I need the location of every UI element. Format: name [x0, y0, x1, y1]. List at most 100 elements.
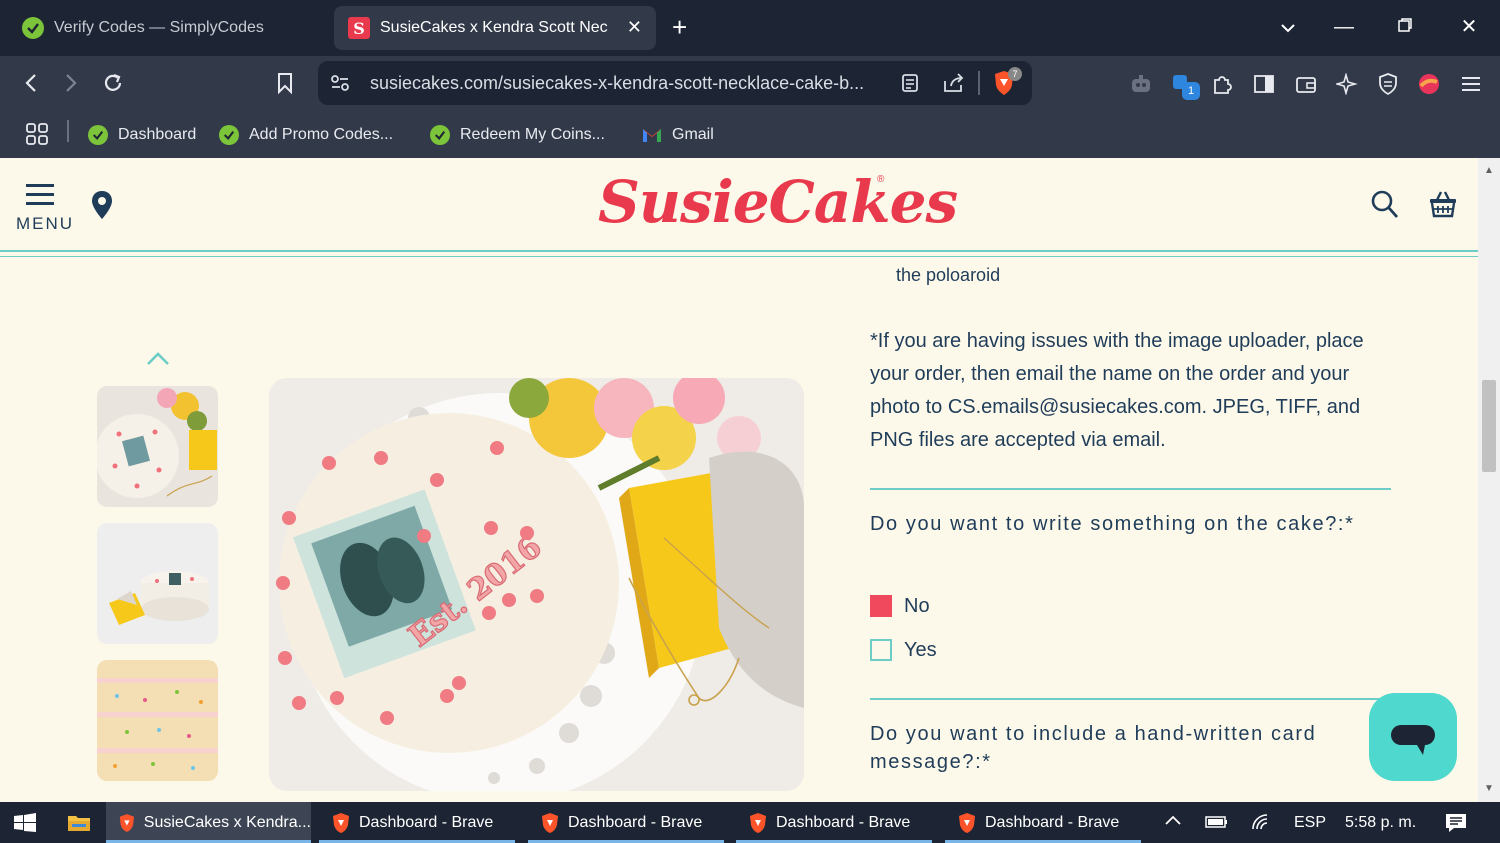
upload-instruction-tail: the poloaroid [896, 265, 1001, 285]
write-option-no[interactable]: No [870, 594, 930, 618]
card-message-question: Do you want to include a hand-written ca… [870, 723, 1317, 773]
simplycodes-extension-icon[interactable]: 1 [1170, 70, 1200, 100]
simplycodes-icon [219, 125, 239, 145]
brave-browser-icon [119, 813, 135, 832]
battery-icon[interactable] [1205, 814, 1229, 835]
bookmark-gmail[interactable]: Gmail [642, 121, 714, 149]
gallery-up-chevron-icon[interactable] [146, 350, 170, 366]
site-settings-icon[interactable] [326, 69, 354, 97]
taskbar-item-dashboard-3[interactable]: Dashboard - Brave [736, 802, 932, 843]
back-icon[interactable] [16, 68, 46, 98]
minimize-window-icon[interactable]: — [1329, 14, 1359, 40]
scroll-down-arrow-icon[interactable]: ▼ [1483, 784, 1495, 794]
basket-icon[interactable] [1428, 188, 1458, 220]
taskbar-item-dashboard-4[interactable]: Dashboard - Brave [945, 802, 1141, 843]
location-pin-icon[interactable] [90, 190, 114, 220]
page-scrollbar[interactable]: ▲ ▼ [1478, 158, 1500, 802]
bookmark-label: Add Promo Codes... [249, 126, 394, 143]
susiecakes-favicon-icon: S [348, 17, 370, 39]
bookmarks-bar: Dashboard Add Promo Codes... Redeem My C… [0, 112, 1500, 158]
leo-sparkle-icon[interactable] [1333, 70, 1361, 98]
hamburger-icon [26, 184, 54, 187]
shields-count-badge: 7 [1008, 67, 1022, 81]
notifications-icon[interactable] [1444, 812, 1468, 839]
scroll-up-arrow-icon[interactable]: ▲ [1483, 166, 1495, 176]
checkbox-unchecked[interactable] [870, 639, 892, 661]
menu-button[interactable]: MENU [14, 182, 78, 234]
bookmark-add-promo-codes[interactable]: Add Promo Codes... [219, 121, 393, 149]
checkbox-checked[interactable] [870, 595, 892, 617]
section-divider [870, 698, 1391, 700]
bookmark-label: Gmail [672, 126, 714, 143]
taskbar-item-dashboard-2[interactable]: Dashboard - Brave [528, 802, 724, 843]
section-divider [870, 488, 1391, 490]
taskbar-item-label: Dashboard - Brave [985, 813, 1120, 831]
chat-bubble-icon [1391, 725, 1435, 755]
chat-button[interactable] [1369, 693, 1457, 781]
option-label: No [904, 594, 930, 617]
wifi-icon[interactable] [1251, 813, 1273, 836]
brave-browser-icon [750, 812, 766, 833]
omnibox-divider [978, 71, 980, 95]
apps-grid-icon[interactable] [22, 119, 52, 149]
extension-badge: 1 [1182, 82, 1200, 100]
main-menu-icon[interactable] [1457, 70, 1485, 98]
close-tab-icon[interactable]: ✕ [627, 18, 642, 36]
bookmark-label: Dashboard [118, 126, 197, 143]
brave-browser-icon [542, 812, 558, 833]
option-label: Yes [904, 638, 937, 661]
bookmark-dashboard[interactable]: Dashboard [88, 121, 196, 149]
windows-start-icon[interactable] [14, 813, 36, 838]
extensions-puzzle-icon[interactable] [1208, 70, 1236, 98]
taskbar-item-dashboard-1[interactable]: Dashboard - Brave [319, 802, 515, 843]
tab-susiecakes[interactable]: S SusieCakes x Kendra Scott Neck ✕ [334, 6, 656, 50]
scrollbar-thumb[interactable] [1482, 380, 1496, 472]
registered-mark: ® [877, 174, 885, 185]
url-text[interactable]: susiecakes.com/susiecakes-x-kendra-scott… [370, 73, 890, 94]
show-hidden-icons-chevron-icon[interactable] [1163, 812, 1183, 833]
share-icon[interactable] [940, 69, 968, 97]
rewards-icon[interactable] [1415, 70, 1443, 98]
thumbnail-1[interactable] [97, 386, 218, 507]
clock-time[interactable]: 5:58 p. m. [1345, 814, 1416, 832]
product-main-image[interactable]: Est. 2016 [269, 378, 804, 791]
sidebar-toggle-icon[interactable] [1250, 70, 1278, 98]
hamburger-bar [26, 202, 54, 205]
hamburger-bar [26, 193, 54, 196]
file-explorer-icon[interactable] [67, 813, 91, 838]
brave-browser-icon [333, 812, 349, 833]
header-divider [0, 250, 1478, 252]
forward-icon[interactable] [56, 68, 86, 98]
thumbnail-2[interactable] [97, 523, 218, 644]
write-on-cake-question: Do you want to write something on the ca… [870, 513, 1355, 535]
write-option-yes[interactable]: Yes [870, 638, 937, 662]
tab-search-chevron-icon[interactable] [1273, 14, 1303, 40]
image-uploader-note: *If you are having issues with the image… [870, 330, 1364, 451]
leo-ai-icon[interactable] [1127, 70, 1155, 98]
susiecakes-logo[interactable]: SusieCakes [598, 168, 958, 236]
bookmark-icon[interactable] [270, 68, 300, 98]
webpage: MENU SusieCakes ® Est. 2016 the poloaroi… [0, 158, 1478, 802]
windows-taskbar: SusieCakes x Kendra... Dashboard - Brave… [0, 802, 1500, 843]
restore-window-icon[interactable] [1390, 14, 1420, 40]
address-bar[interactable]: susiecakes.com/susiecakes-x-kendra-scott… [318, 61, 1032, 105]
tab-simplycodes[interactable]: Verify Codes — SimplyCodes [10, 6, 328, 50]
cake-photo-image: Est. 2016 [269, 378, 804, 791]
thumbnail-funfetti-slice-image [97, 660, 218, 781]
menu-label: MENU [16, 214, 75, 233]
thumbnail-3[interactable] [97, 660, 218, 781]
bookmark-redeem-my-coins[interactable]: Redeem My Coins... [430, 121, 605, 149]
browser-toolbar: susiecakes.com/susiecakes-x-kendra-scott… [0, 56, 1500, 112]
reload-icon[interactable] [98, 68, 128, 98]
search-icon[interactable] [1370, 188, 1400, 220]
taskbar-item-susiecakes[interactable]: SusieCakes x Kendra... [106, 802, 311, 843]
new-tab-button[interactable]: + [672, 14, 687, 40]
reader-mode-icon[interactable] [896, 69, 924, 97]
tab-title: Verify Codes — SimplyCodes [54, 19, 264, 36]
bookmark-label: Redeem My Coins... [460, 126, 605, 143]
vpn-shield-icon[interactable] [1374, 70, 1402, 98]
close-window-icon[interactable]: ✕ [1454, 14, 1484, 40]
wallet-icon[interactable] [1292, 70, 1320, 98]
taskbar-item-label: Dashboard - Brave [568, 813, 703, 831]
input-language[interactable]: ESP [1294, 814, 1326, 832]
